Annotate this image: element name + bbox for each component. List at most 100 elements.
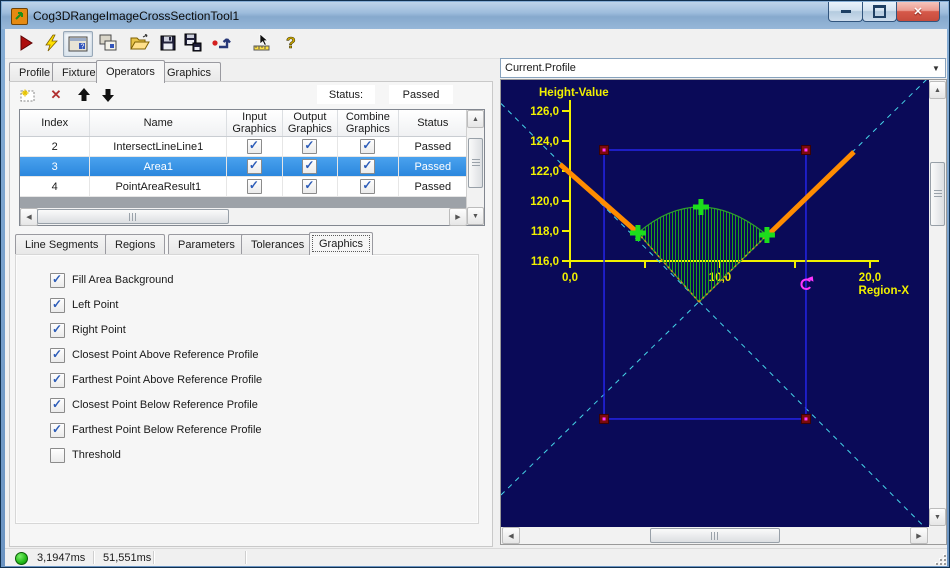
scroll-left-button[interactable]: ◀ [502,527,520,544]
live-run-icon[interactable] [41,32,63,54]
tab-line-segments[interactable]: Line Segments [15,234,109,254]
electrode-window-icon[interactable]: ? [63,31,93,57]
farthest-point-above-checkbox[interactable] [50,372,65,388]
move-down-icon[interactable] [97,85,119,105]
minimize-icon [840,10,851,13]
combine-graphics-checkbox[interactable] [360,178,376,194]
option-label: Closest Point Below Reference Profile [72,399,258,411]
open-file-icon[interactable] [129,32,151,54]
status-label: Status: [317,85,375,104]
scroll-down-button[interactable]: ▼ [467,207,484,225]
tab-tolerances[interactable]: Tolerances [241,234,315,254]
svg-text:116,0: 116,0 [531,256,559,268]
status-value: Passed [389,85,453,104]
chevron-down-icon[interactable]: ▼ [927,64,945,73]
app-icon [11,8,28,25]
combine-graphics-checkbox[interactable] [360,138,376,154]
scrollbar-thumb[interactable] [468,138,483,188]
output-graphics-checkbox[interactable] [302,158,318,174]
scroll-up-button[interactable]: ▲ [929,81,946,99]
scrollbar-thumb[interactable] [37,209,229,224]
svg-text:118,0: 118,0 [531,226,559,238]
svg-text:0,0: 0,0 [562,272,578,284]
new-operator-icon[interactable] [17,85,39,105]
input-graphics-checkbox[interactable] [246,138,262,154]
profile-chart-panel: 116,0118,0120,0122,0124,0126,00,010,020,… [500,79,947,545]
svg-text:122,0: 122,0 [530,166,559,178]
closest-point-below-checkbox[interactable] [50,397,65,413]
col-header-combine-graphics[interactable]: Combine Graphics [338,110,399,136]
profile-selector-value: Current.Profile [505,62,576,74]
svg-text:?: ? [81,44,85,51]
right-point-checkbox[interactable] [50,322,65,338]
reset-icon[interactable] [211,32,233,54]
scrollbar-thumb[interactable] [930,162,945,226]
profile-chart[interactable]: 116,0118,0120,0122,0124,0126,00,010,020,… [501,80,929,527]
svg-text:120,0: 120,0 [530,196,559,208]
main-tab-strip: Profile Fixture Operators Graphics [9,60,493,83]
table-horizontal-scrollbar[interactable]: ◀ ▶ [20,208,467,226]
svg-text:124,0: 124,0 [530,136,559,148]
tab-regions[interactable]: Regions [105,234,166,254]
sub-tab-strip: Line Segments Regions Parameters Toleran… [15,232,485,255]
run-time: 3,1947ms [37,552,86,564]
farthest-point-below-checkbox[interactable] [50,422,65,438]
col-header-index[interactable]: Index [20,110,91,136]
scroll-up-button[interactable]: ▲ [467,110,484,128]
interactive-graphics-icon[interactable] [251,32,273,54]
tool-window: Cog3DRangeImageCrossSectionTool1 ✕ ? ? P… [0,0,950,568]
profile-selector[interactable]: Current.Profile ▼ [500,58,946,78]
input-graphics-checkbox[interactable] [246,158,262,174]
table-body: Index Name Input Graphics Output Graphic… [20,110,467,226]
status-led-icon [15,552,28,565]
svg-text:Height-Value: Height-Value [539,87,609,99]
maximize-button[interactable] [862,2,897,22]
col-header-name[interactable]: Name [90,110,228,136]
left-point-checkbox[interactable] [50,297,65,313]
chart-vertical-scrollbar[interactable]: ▲ ▼ [929,80,946,527]
col-header-output-graphics[interactable]: Output Graphics [283,110,339,136]
float-window-icon[interactable] [97,32,119,54]
move-up-icon[interactable] [73,85,95,105]
status-bar: 3,1947ms 51,551ms [5,548,947,566]
tab-graphics[interactable]: Graphics [157,62,222,82]
help-icon[interactable]: ? [281,32,303,54]
run-icon[interactable] [15,32,37,54]
close-button[interactable]: ✕ [896,2,940,22]
threshold-checkbox[interactable] [50,447,65,463]
input-graphics-checkbox[interactable] [246,178,262,194]
col-header-status[interactable]: Status [399,110,467,136]
table-row[interactable]: 4 PointAreaResult1 Passed [20,177,467,197]
option-label: Right Point [72,324,126,336]
combine-graphics-checkbox[interactable] [360,158,376,174]
table-row[interactable]: 3 Area1 Passed [20,157,467,177]
scroll-right-button[interactable]: ▶ [449,208,467,226]
delete-operator-icon[interactable]: ✕ [45,85,67,105]
scrollbar-thumb[interactable] [650,528,780,543]
tab-graphics-sub[interactable]: Graphics [309,232,374,255]
save-icon[interactable] [157,32,179,54]
closest-point-above-checkbox[interactable] [50,347,65,363]
table-header-row: Index Name Input Graphics Output Graphic… [20,110,467,137]
title-bar[interactable]: Cog3DRangeImageCrossSectionTool1 ✕ [2,2,948,29]
scroll-right-button[interactable]: ▶ [910,527,928,544]
minimize-button[interactable] [828,2,863,22]
main-toolbar: ? ? [5,29,947,59]
save-as-icon[interactable] [183,32,205,54]
resize-grip[interactable] [933,552,946,565]
option-label: Closest Point Above Reference Profile [72,349,259,361]
output-graphics-checkbox[interactable] [302,138,318,154]
scroll-down-button[interactable]: ▼ [929,508,946,526]
table-row[interactable]: 2 IntersectLineLine1 Passed [20,137,467,157]
col-header-input-graphics[interactable]: Input Graphics [227,110,283,136]
fill-area-background-checkbox[interactable] [50,272,65,288]
window-title: Cog3DRangeImageCrossSectionTool1 [33,9,240,23]
tab-parameters[interactable]: Parameters [168,234,245,254]
output-graphics-checkbox[interactable] [302,178,318,194]
scroll-left-button[interactable]: ◀ [20,208,38,226]
window-controls: ✕ [828,2,940,22]
total-time: 51,551ms [103,552,152,564]
tab-operators[interactable]: Operators [96,60,165,83]
table-vertical-scrollbar[interactable]: ▲ ▼ [466,110,484,225]
chart-horizontal-scrollbar[interactable]: ◀ ▶ [501,527,929,544]
